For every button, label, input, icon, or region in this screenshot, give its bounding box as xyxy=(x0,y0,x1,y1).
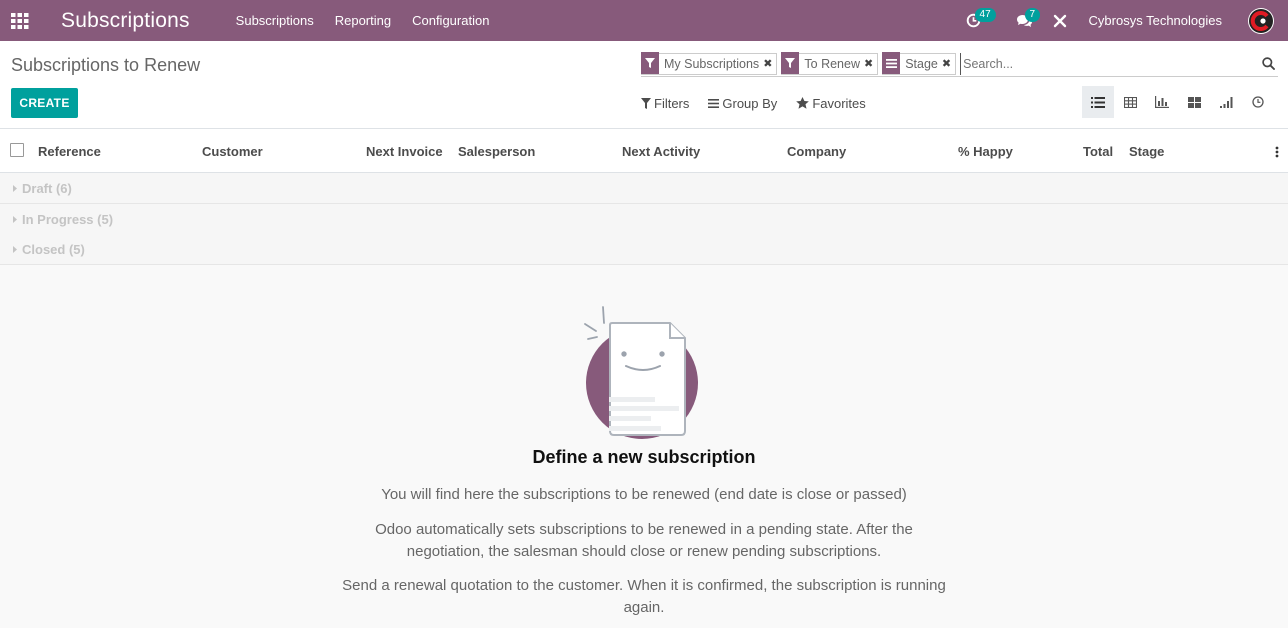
tools-icon xyxy=(1053,14,1066,27)
remove-facet-icon[interactable]: ✖ xyxy=(864,57,877,70)
company-name[interactable]: Cybrosys Technologies xyxy=(1089,13,1222,28)
menu-subscriptions[interactable]: Subscriptions xyxy=(236,13,314,28)
app-title[interactable]: Subscriptions xyxy=(61,9,190,33)
filters-dropdown[interactable]: Filters xyxy=(641,96,689,111)
page-title: Subscriptions to Renew xyxy=(11,55,201,75)
column-company[interactable]: Company xyxy=(787,144,846,159)
pivot-view-button[interactable] xyxy=(1114,86,1146,118)
help-paragraph-3: Send a renewal quotation to the customer… xyxy=(342,577,946,616)
remove-facet-icon[interactable]: ✖ xyxy=(942,57,955,70)
pivot-view-icon xyxy=(1123,96,1137,108)
activity-view-icon xyxy=(1252,96,1264,108)
help-paragraph-1: You will find here the subscriptions to … xyxy=(381,486,907,503)
facet-stage: Stage ✖ xyxy=(882,52,957,75)
kanban-view-icon xyxy=(1187,96,1201,108)
favorites-dropdown[interactable]: Favorites xyxy=(796,95,866,111)
facet-value: To Renew xyxy=(804,56,860,71)
apps-menu-button[interactable] xyxy=(0,0,40,41)
debug-tools-button[interactable] xyxy=(1049,0,1071,41)
group-label: Draft (6) xyxy=(22,180,72,196)
caret-right-icon xyxy=(13,245,17,253)
search-icon[interactable] xyxy=(1258,57,1278,70)
group-label: In Progress (5) xyxy=(22,211,114,227)
cohort-view-button[interactable] xyxy=(1210,86,1242,118)
messages-count-badge: 7 xyxy=(1024,8,1041,22)
create-button[interactable]: CREATE xyxy=(11,88,78,118)
activity-button[interactable]: 47 xyxy=(957,0,996,41)
caret-right-icon xyxy=(13,215,17,223)
star-icon xyxy=(796,97,810,109)
top-navbar: Subscriptions Subscriptions Reporting Co… xyxy=(0,0,1288,41)
menu-configuration[interactable]: Configuration xyxy=(412,13,489,28)
systray: 47 7 Cybrosys Technologies xyxy=(957,0,1288,41)
user-avatar[interactable] xyxy=(1248,7,1274,34)
facet-value: My Subscriptions xyxy=(664,56,760,71)
group-row-draft[interactable]: Draft (6) xyxy=(0,173,1288,204)
filter-icon xyxy=(641,52,659,74)
view-switcher xyxy=(1082,86,1274,118)
smiling-document-icon xyxy=(584,306,698,439)
filter-icon xyxy=(641,97,651,109)
user-avatar-logo-icon xyxy=(1249,8,1273,33)
control-panel: Subscriptions to Renew CREATE My Subscri… xyxy=(0,41,1288,129)
remove-facet-icon[interactable]: ✖ xyxy=(763,57,776,70)
activity-view-button[interactable] xyxy=(1242,86,1274,118)
column-total[interactable]: Total xyxy=(1083,144,1113,159)
column-customer[interactable]: Customer xyxy=(202,144,263,159)
column-next-activity[interactable]: Next Activity xyxy=(622,144,700,159)
column-stage[interactable]: Stage xyxy=(1129,144,1164,159)
optional-columns-icon[interactable] xyxy=(1275,146,1279,161)
empty-state-help: Define a new subscription You will find … xyxy=(0,265,1288,628)
facet-my-subscriptions: My Subscriptions ✖ xyxy=(641,52,778,75)
select-all-checkbox[interactable] xyxy=(10,143,24,157)
graph-view-icon xyxy=(1155,96,1169,108)
group-row-in-progress[interactable]: In Progress (5) xyxy=(0,204,1288,235)
column-salesperson[interactable]: Salesperson xyxy=(458,144,535,159)
bars-icon xyxy=(708,98,720,108)
kanban-view-button[interactable] xyxy=(1178,86,1210,118)
facet-to-renew: To Renew ✖ xyxy=(781,52,879,75)
help-paragraph-2: Odoo automatically sets subscriptions to… xyxy=(375,521,913,560)
filter-icon xyxy=(781,52,800,74)
menu-reporting[interactable]: Reporting xyxy=(335,13,391,28)
help-title: Define a new subscription xyxy=(532,447,756,467)
column-percent-happy[interactable]: % Happy xyxy=(958,144,1013,159)
list-header: Reference Customer Next Invoice Salesper… xyxy=(0,129,1288,173)
favorites-label: Favorites xyxy=(812,95,866,111)
graph-view-button[interactable] xyxy=(1146,86,1178,118)
facet-value: Stage xyxy=(905,56,938,71)
search-options: Filters Group By Favorites xyxy=(641,95,885,111)
group-by-label: Group By xyxy=(722,95,778,111)
column-next-invoice[interactable]: Next Invoice xyxy=(366,144,443,159)
messages-button[interactable]: 7 xyxy=(1009,0,1041,41)
group-label: Closed (5) xyxy=(22,241,85,257)
list-view-button[interactable] xyxy=(1082,86,1114,118)
grid-icon xyxy=(11,12,29,29)
activity-count-badge: 47 xyxy=(974,8,996,22)
search-input[interactable] xyxy=(960,52,1258,75)
caret-right-icon xyxy=(13,184,17,192)
search-bar: My Subscriptions ✖ To Renew ✖ Stage ✖ xyxy=(641,51,1278,77)
cohort-view-icon xyxy=(1219,96,1232,108)
list-view-icon xyxy=(1091,96,1105,108)
filters-label: Filters xyxy=(654,95,690,111)
group-by-icon xyxy=(882,52,901,74)
column-reference[interactable]: Reference xyxy=(38,144,101,159)
group-row-closed[interactable]: Closed (5) xyxy=(0,234,1288,265)
group-by-dropdown[interactable]: Group By xyxy=(708,96,777,111)
